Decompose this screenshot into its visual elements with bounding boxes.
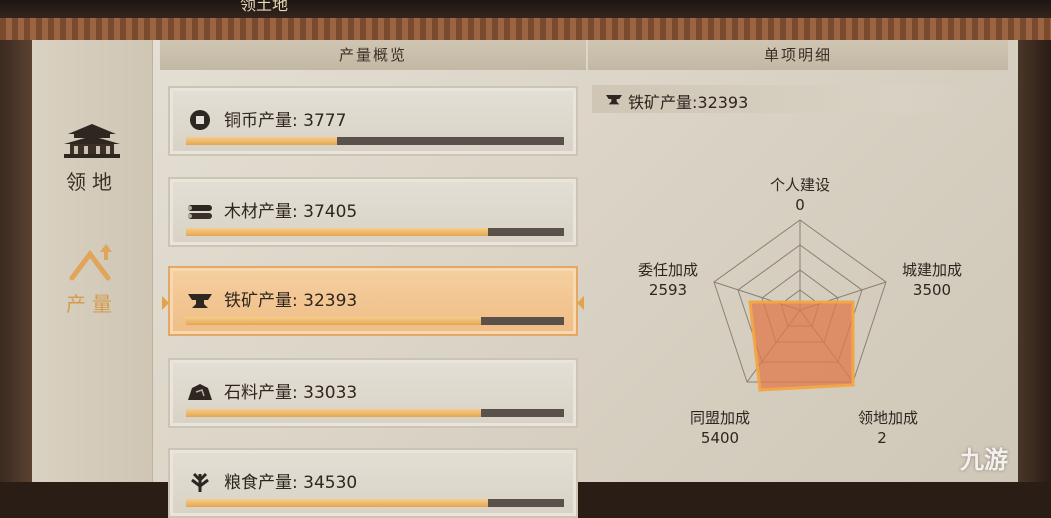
progress-bar — [186, 499, 564, 507]
radar-value-alliance: 5400 — [700, 429, 740, 447]
progress-fill — [186, 499, 489, 507]
radar-label-city: 城建加成 — [901, 261, 962, 279]
radar-chart — [713, 219, 887, 392]
sidebar-item-label: 领地 — [66, 170, 118, 194]
progress-bar — [186, 137, 564, 145]
progress-bar — [186, 228, 564, 236]
detail-title-bar: 铁矿产量:32393 — [592, 85, 967, 113]
progress-fill — [186, 137, 338, 145]
radar-label-personal: 个人建设 — [769, 176, 830, 194]
wood-icon — [188, 205, 212, 219]
progress-bar — [186, 317, 564, 325]
stone-icon — [188, 384, 212, 400]
window-title: 领土地 — [240, 0, 289, 14]
detail-title: 铁矿产量:32393 — [628, 93, 749, 112]
radar-label-alliance: 同盟加成 — [689, 409, 750, 427]
production-label: 木材产量: — [224, 202, 304, 222]
production-card-stone[interactable]: 石料产量: 33033 — [168, 358, 578, 428]
production-value: 32393 — [303, 291, 358, 311]
selected-marker-left — [162, 296, 169, 310]
production-value: 34530 — [303, 473, 358, 493]
selected-marker-right — [577, 296, 584, 310]
radar-value-personal: 0 — [795, 196, 805, 214]
production-label: 铜币产量: — [224, 111, 304, 131]
radar-value-area — [748, 300, 855, 392]
production-card-wood[interactable]: 木材产量: 37405 — [168, 177, 578, 247]
radar-label-appointment: 委任加成 — [637, 261, 698, 279]
progress-bar — [186, 409, 564, 417]
production-value: 37405 — [303, 202, 358, 222]
radar-label-territory: 领地加成 — [857, 409, 918, 427]
radar-value-city: 3500 — [912, 281, 952, 299]
overview-header: 产量概览 — [160, 40, 586, 70]
radar-value-territory: 2 — [877, 429, 887, 447]
production-card-copper[interactable]: 铜币产量: 3777 — [168, 86, 578, 156]
production-label: 粮食产量: — [224, 473, 304, 493]
progress-fill — [186, 409, 481, 417]
left-frame — [0, 40, 32, 482]
detail-header: 单项明细 — [588, 40, 1008, 70]
production-label: 石料产量: — [224, 383, 304, 403]
grain-icon — [191, 472, 209, 492]
progress-fill — [186, 317, 481, 325]
decorative-border — [0, 18, 1051, 42]
sidebar: 领地 产量 — [32, 40, 153, 482]
right-frame — [1018, 40, 1051, 482]
sidebar-item-territory[interactable]: 领地 — [32, 120, 152, 195]
production-card-iron[interactable]: 铁矿产量: 32393 — [162, 266, 584, 336]
radar-value-appointment: 2593 — [648, 281, 688, 299]
production-value: 3777 — [303, 111, 347, 131]
watermark-logo: 九游 — [960, 446, 1008, 474]
production-label: 铁矿产量: — [224, 291, 304, 311]
sidebar-item-label: 产量 — [66, 292, 118, 316]
coin-icon — [190, 110, 210, 130]
pickaxe-icon — [69, 244, 112, 281]
anvil-icon — [606, 95, 622, 105]
anvil-icon — [188, 294, 212, 308]
production-value: 33033 — [303, 383, 358, 403]
progress-fill — [186, 228, 489, 236]
production-card-grain[interactable]: 粮食产量: 34530 — [168, 448, 578, 518]
palace-icon — [64, 124, 120, 158]
sidebar-item-production[interactable]: 产量 — [32, 240, 152, 317]
